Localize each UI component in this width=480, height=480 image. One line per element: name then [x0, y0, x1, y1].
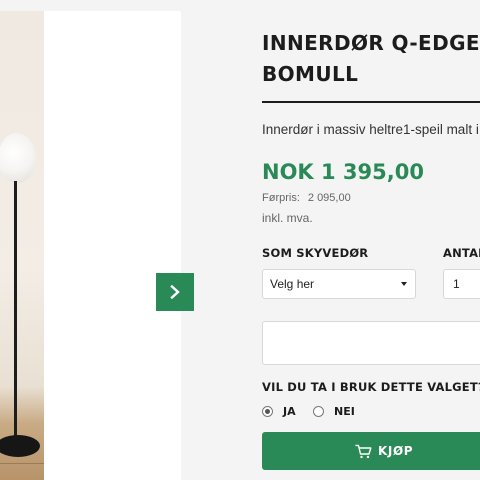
- buy-button[interactable]: KJØP: [262, 432, 480, 470]
- chevron-right-icon: [170, 285, 180, 299]
- previous-price-label: Førpris:: [262, 192, 300, 204]
- previous-price: Førpris: 2 095,00: [262, 192, 351, 204]
- previous-price-value: 2 095,00: [307, 192, 351, 204]
- radio-label-ja: JA: [283, 405, 296, 418]
- product-price: NOK 1 395,00: [262, 160, 424, 184]
- chevron-down-icon: [401, 282, 407, 286]
- lamp-globe: [0, 133, 36, 183]
- radio-option-ja[interactable]: JA: [262, 405, 296, 418]
- sliding-door-label: SOM SKYVEDØR: [262, 246, 369, 260]
- sliding-door-select[interactable]: Velg her: [262, 269, 416, 299]
- vat-note: inkl. mva.: [262, 211, 313, 225]
- product-image: [0, 11, 44, 480]
- radio-option-nei[interactable]: NEI: [313, 405, 355, 418]
- radio-button-nei[interactable]: [313, 406, 324, 417]
- sliding-door-selected-value: Velg her: [270, 277, 315, 291]
- gallery-next-button[interactable]: [156, 273, 194, 311]
- radio-label-nei: NEI: [334, 405, 355, 418]
- gallery-next-image: [44, 11, 181, 480]
- radio-button-ja[interactable]: [262, 406, 273, 417]
- quantity-label: ANTALL: [443, 246, 480, 260]
- product-description: Innerdør i massiv heltre1-speil malt i b: [262, 122, 480, 137]
- buy-button-label: KJØP: [378, 444, 414, 458]
- product-title-line-1: INNERDØR Q-EDGE: [262, 31, 480, 55]
- product-title: INNERDØR Q-EDGE BOMULL: [262, 28, 480, 90]
- cart-icon: [355, 444, 372, 458]
- option-textarea[interactable]: [262, 321, 480, 365]
- title-divider: [262, 101, 480, 103]
- lamp-pole: [14, 181, 17, 436]
- product-title-line-2: BOMULL: [262, 62, 359, 86]
- option-question-label: VIL DU TA I BRUK DETTE VALGET?: [262, 380, 480, 394]
- lamp-base: [0, 435, 40, 457]
- quantity-input[interactable]: 1: [443, 269, 480, 299]
- quantity-value: 1: [453, 277, 460, 291]
- floor-line: [0, 463, 44, 464]
